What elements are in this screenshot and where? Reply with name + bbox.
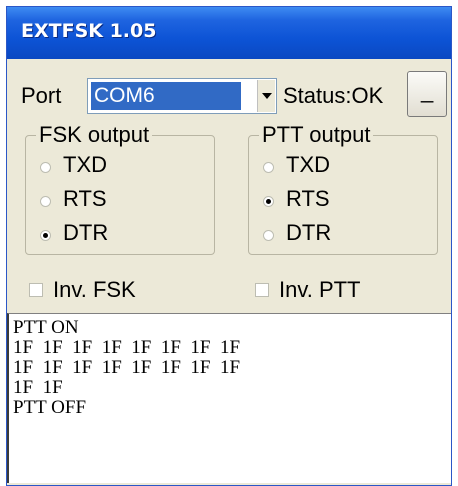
radio-icon xyxy=(40,162,51,173)
ptt-radio-txd-label: TXD xyxy=(286,152,330,177)
checkbox-icon xyxy=(29,283,43,297)
fsk-radio-dtr-label: DTR xyxy=(63,220,109,245)
inv-ptt-label: Inv. PTT xyxy=(279,277,361,302)
minimize-button-label: _ xyxy=(421,78,434,103)
ptt-output-title: PTT output xyxy=(259,122,374,148)
fsk-output-title: FSK output xyxy=(36,122,153,148)
extfsk-window: EXTFSK 1.05 Port COM6 Status:OK _ FSK ou… xyxy=(6,6,452,486)
inv-fsk-label: Inv. FSK xyxy=(53,277,136,302)
fsk-radio-rts-label: RTS xyxy=(63,186,107,211)
radio-icon xyxy=(263,230,274,241)
ptt-output-group: PTT output TXD RTS DTR xyxy=(248,122,438,255)
log-line: 1F 1F xyxy=(13,377,63,398)
port-select-value: COM6 xyxy=(91,82,241,110)
ptt-radio-rts-label: RTS xyxy=(286,186,330,211)
chevron-down-icon[interactable] xyxy=(257,80,275,112)
log-line: PTT OFF xyxy=(13,397,87,418)
status-text: Status:OK xyxy=(283,83,384,108)
ptt-radio-dtr-label: DTR xyxy=(286,220,332,245)
radio-icon xyxy=(40,196,51,207)
log-textarea[interactable]: PTT ON 1F 1F 1F 1F 1F 1F 1F 1F 1F 1F 1F … xyxy=(7,313,451,483)
window-title: EXTFSK 1.05 xyxy=(21,20,157,42)
title-bar[interactable]: EXTFSK 1.05 xyxy=(7,7,451,59)
log-line: 1F 1F 1F 1F 1F 1F 1F 1F xyxy=(13,337,241,358)
port-select[interactable]: COM6 xyxy=(87,78,277,114)
radio-icon xyxy=(263,162,274,173)
log-line: PTT ON xyxy=(13,317,79,338)
fsk-radio-txd-label: TXD xyxy=(63,152,107,177)
log-line: 1F 1F 1F 1F 1F 1F 1F 1F xyxy=(13,357,241,378)
radio-selected-icon xyxy=(263,196,274,207)
port-label: Port xyxy=(21,83,62,108)
radio-selected-icon xyxy=(40,230,51,241)
minimize-button[interactable]: _ xyxy=(407,71,447,117)
checkbox-icon xyxy=(255,283,269,297)
fsk-output-group: FSK output TXD RTS DTR xyxy=(25,122,215,255)
